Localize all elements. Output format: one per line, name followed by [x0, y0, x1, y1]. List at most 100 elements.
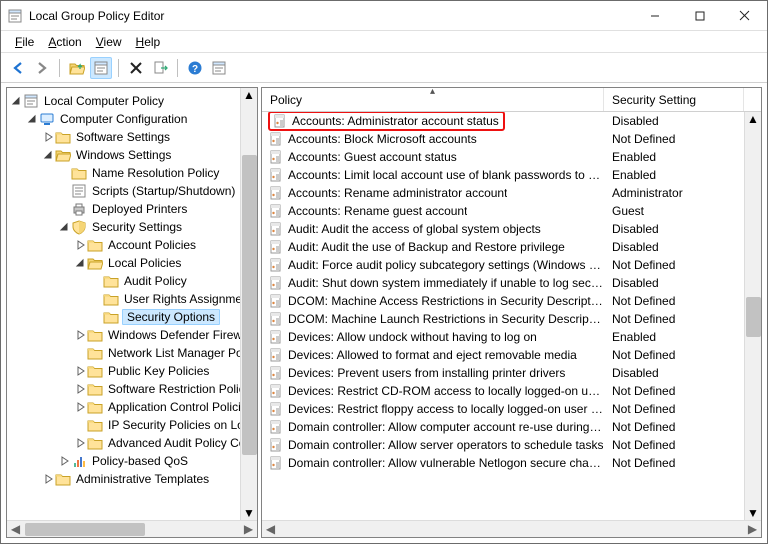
- delete-button[interactable]: [125, 57, 147, 79]
- tree-twister-icon[interactable]: [59, 455, 71, 467]
- tree-local-policies[interactable]: Local Policies: [7, 254, 240, 272]
- menu-view[interactable]: View: [90, 35, 128, 49]
- tree-computer-configuration[interactable]: Computer Configuration: [7, 110, 240, 128]
- column-policy[interactable]: Policy ▴: [262, 88, 604, 111]
- export-list-button[interactable]: [149, 57, 171, 79]
- maximize-button[interactable]: [677, 1, 722, 30]
- tree-label: Windows Defender Firewall with Advanced …: [106, 328, 240, 342]
- tree-software-settings[interactable]: Software Settings: [7, 128, 240, 146]
- computer-icon: [39, 111, 55, 127]
- tree-twister-icon[interactable]: [75, 329, 87, 341]
- tree-policy-qos[interactable]: Policy-based QoS: [7, 452, 240, 470]
- tree-scripts[interactable]: Scripts (Startup/Shutdown): [7, 182, 240, 200]
- policy-row[interactable]: Accounts: Block Microsoft accounts Not D…: [262, 130, 744, 148]
- policy-row[interactable]: Devices: Allow undock without having to …: [262, 328, 744, 346]
- policy-name: Devices: Prevent users from installing p…: [288, 366, 565, 380]
- list-hscrollbar[interactable]: ◀▶: [262, 520, 761, 537]
- tree-label: Policy-based QoS: [90, 454, 190, 468]
- policy-item-icon: [268, 185, 284, 201]
- policy-row[interactable]: Accounts: Administrator account status D…: [262, 112, 744, 130]
- tree-application-control[interactable]: Application Control Policies: [7, 398, 240, 416]
- tree-security-settings[interactable]: Security Settings: [7, 218, 240, 236]
- tree-twister-icon[interactable]: [75, 437, 87, 449]
- tree-user-rights[interactable]: User Rights Assignment: [7, 290, 240, 308]
- close-button[interactable]: [722, 1, 767, 30]
- column-security-setting[interactable]: Security Setting: [604, 88, 744, 111]
- policy-row[interactable]: Accounts: Limit local account use of bla…: [262, 166, 744, 184]
- policy-row[interactable]: Devices: Restrict floppy access to local…: [262, 400, 744, 418]
- folder-icon: [103, 273, 119, 289]
- policy-name: Accounts: Limit local account use of bla…: [288, 168, 604, 182]
- folder-icon: [55, 471, 71, 487]
- help-button[interactable]: [184, 57, 206, 79]
- tree-twister-icon[interactable]: [75, 365, 87, 377]
- policy-row[interactable]: Accounts: Rename guest account Guest: [262, 202, 744, 220]
- policy-row[interactable]: Devices: Prevent users from installing p…: [262, 364, 744, 382]
- policy-row[interactable]: Audit: Force audit policy subcategory se…: [262, 256, 744, 274]
- tree-twister-icon[interactable]: [75, 383, 87, 395]
- policy-row[interactable]: Accounts: Rename administrator account A…: [262, 184, 744, 202]
- tree-windows-settings[interactable]: Windows Settings: [7, 146, 240, 164]
- tree-twister-icon[interactable]: [75, 239, 87, 251]
- tree-root[interactable]: Local Computer Policy: [7, 92, 240, 110]
- policy-name: Accounts: Guest account status: [288, 150, 457, 164]
- policy-row[interactable]: Accounts: Guest account status Enabled: [262, 148, 744, 166]
- printer-icon: [71, 201, 87, 217]
- tree-name-resolution-policy[interactable]: Name Resolution Policy: [7, 164, 240, 182]
- toolbar: [1, 53, 767, 83]
- tree-public-key-policies[interactable]: Public Key Policies: [7, 362, 240, 380]
- tree-twister-icon[interactable]: [59, 221, 71, 233]
- tree-vscrollbar[interactable]: ▲▼: [240, 88, 257, 520]
- tree-windows-firewall[interactable]: Windows Defender Firewall with Advanced …: [7, 326, 240, 344]
- policy-row[interactable]: DCOM: Machine Launch Restrictions in Sec…: [262, 310, 744, 328]
- policy-row[interactable]: Domain controller: Allow vulnerable Netl…: [262, 454, 744, 472]
- policy-item-icon: [268, 293, 284, 309]
- policy-item-icon: [268, 347, 284, 363]
- tree-ip-security[interactable]: IP Security Policies on Local Computer: [7, 416, 240, 434]
- tree-audit-policy[interactable]: Audit Policy: [7, 272, 240, 290]
- policy-setting: Not Defined: [604, 294, 744, 308]
- policy-setting: Enabled: [604, 330, 744, 344]
- tree-label: Advanced Audit Policy Configuration: [106, 436, 240, 450]
- policy-row[interactable]: DCOM: Machine Access Restrictions in Sec…: [262, 292, 744, 310]
- nav-forward-button[interactable]: [31, 57, 53, 79]
- policy-row[interactable]: Audit: Audit the access of global system…: [262, 220, 744, 238]
- policy-row[interactable]: Domain controller: Allow server operator…: [262, 436, 744, 454]
- menu-file[interactable]: File: [9, 35, 40, 49]
- tree-deployed-printers[interactable]: Deployed Printers: [7, 200, 240, 218]
- tree-label: Security Options: [122, 309, 220, 325]
- policy-setting: Disabled: [604, 366, 744, 380]
- tree-admin-templates[interactable]: Administrative Templates: [7, 470, 240, 488]
- tree-network-list-manager[interactable]: Network List Manager Policies: [7, 344, 240, 362]
- policy-tree[interactable]: Local Computer Policy Computer Configura…: [7, 88, 240, 520]
- tree-hscrollbar[interactable]: ◀▶: [7, 520, 257, 537]
- show-hide-tree-button[interactable]: [90, 57, 112, 79]
- policy-name: Audit: Shut down system immediately if u…: [288, 276, 604, 290]
- policy-row[interactable]: Devices: Restrict CD-ROM access to local…: [262, 382, 744, 400]
- tree-twister-icon[interactable]: [11, 95, 23, 107]
- folder-icon: [87, 399, 103, 415]
- tree-security-options[interactable]: Security Options: [7, 308, 240, 326]
- tree-twister-icon[interactable]: [43, 473, 55, 485]
- properties-button[interactable]: [208, 57, 230, 79]
- nav-back-button[interactable]: [7, 57, 29, 79]
- minimize-button[interactable]: [632, 1, 677, 30]
- policy-row[interactable]: Audit: Audit the use of Backup and Resto…: [262, 238, 744, 256]
- tree-software-restriction[interactable]: Software Restriction Policies: [7, 380, 240, 398]
- policy-row[interactable]: Devices: Allowed to format and eject rem…: [262, 346, 744, 364]
- tree-twister-icon[interactable]: [27, 113, 39, 125]
- tree-twister-icon[interactable]: [43, 149, 55, 161]
- tree-account-policies[interactable]: Account Policies: [7, 236, 240, 254]
- policy-row[interactable]: Audit: Shut down system immediately if u…: [262, 274, 744, 292]
- tree-advanced-audit[interactable]: Advanced Audit Policy Configuration: [7, 434, 240, 452]
- tree-twister-icon[interactable]: [43, 131, 55, 143]
- policy-item-icon: [268, 239, 284, 255]
- menu-action[interactable]: Action: [42, 35, 87, 49]
- tree-twister-icon[interactable]: [75, 401, 87, 413]
- menu-help[interactable]: Help: [130, 35, 167, 49]
- policy-row[interactable]: Domain controller: Allow computer accoun…: [262, 418, 744, 436]
- up-one-level-button[interactable]: [66, 57, 88, 79]
- policy-list[interactable]: Accounts: Administrator account status D…: [262, 112, 744, 520]
- list-vscrollbar[interactable]: ▲▼: [744, 112, 761, 520]
- tree-twister-icon[interactable]: [75, 257, 87, 269]
